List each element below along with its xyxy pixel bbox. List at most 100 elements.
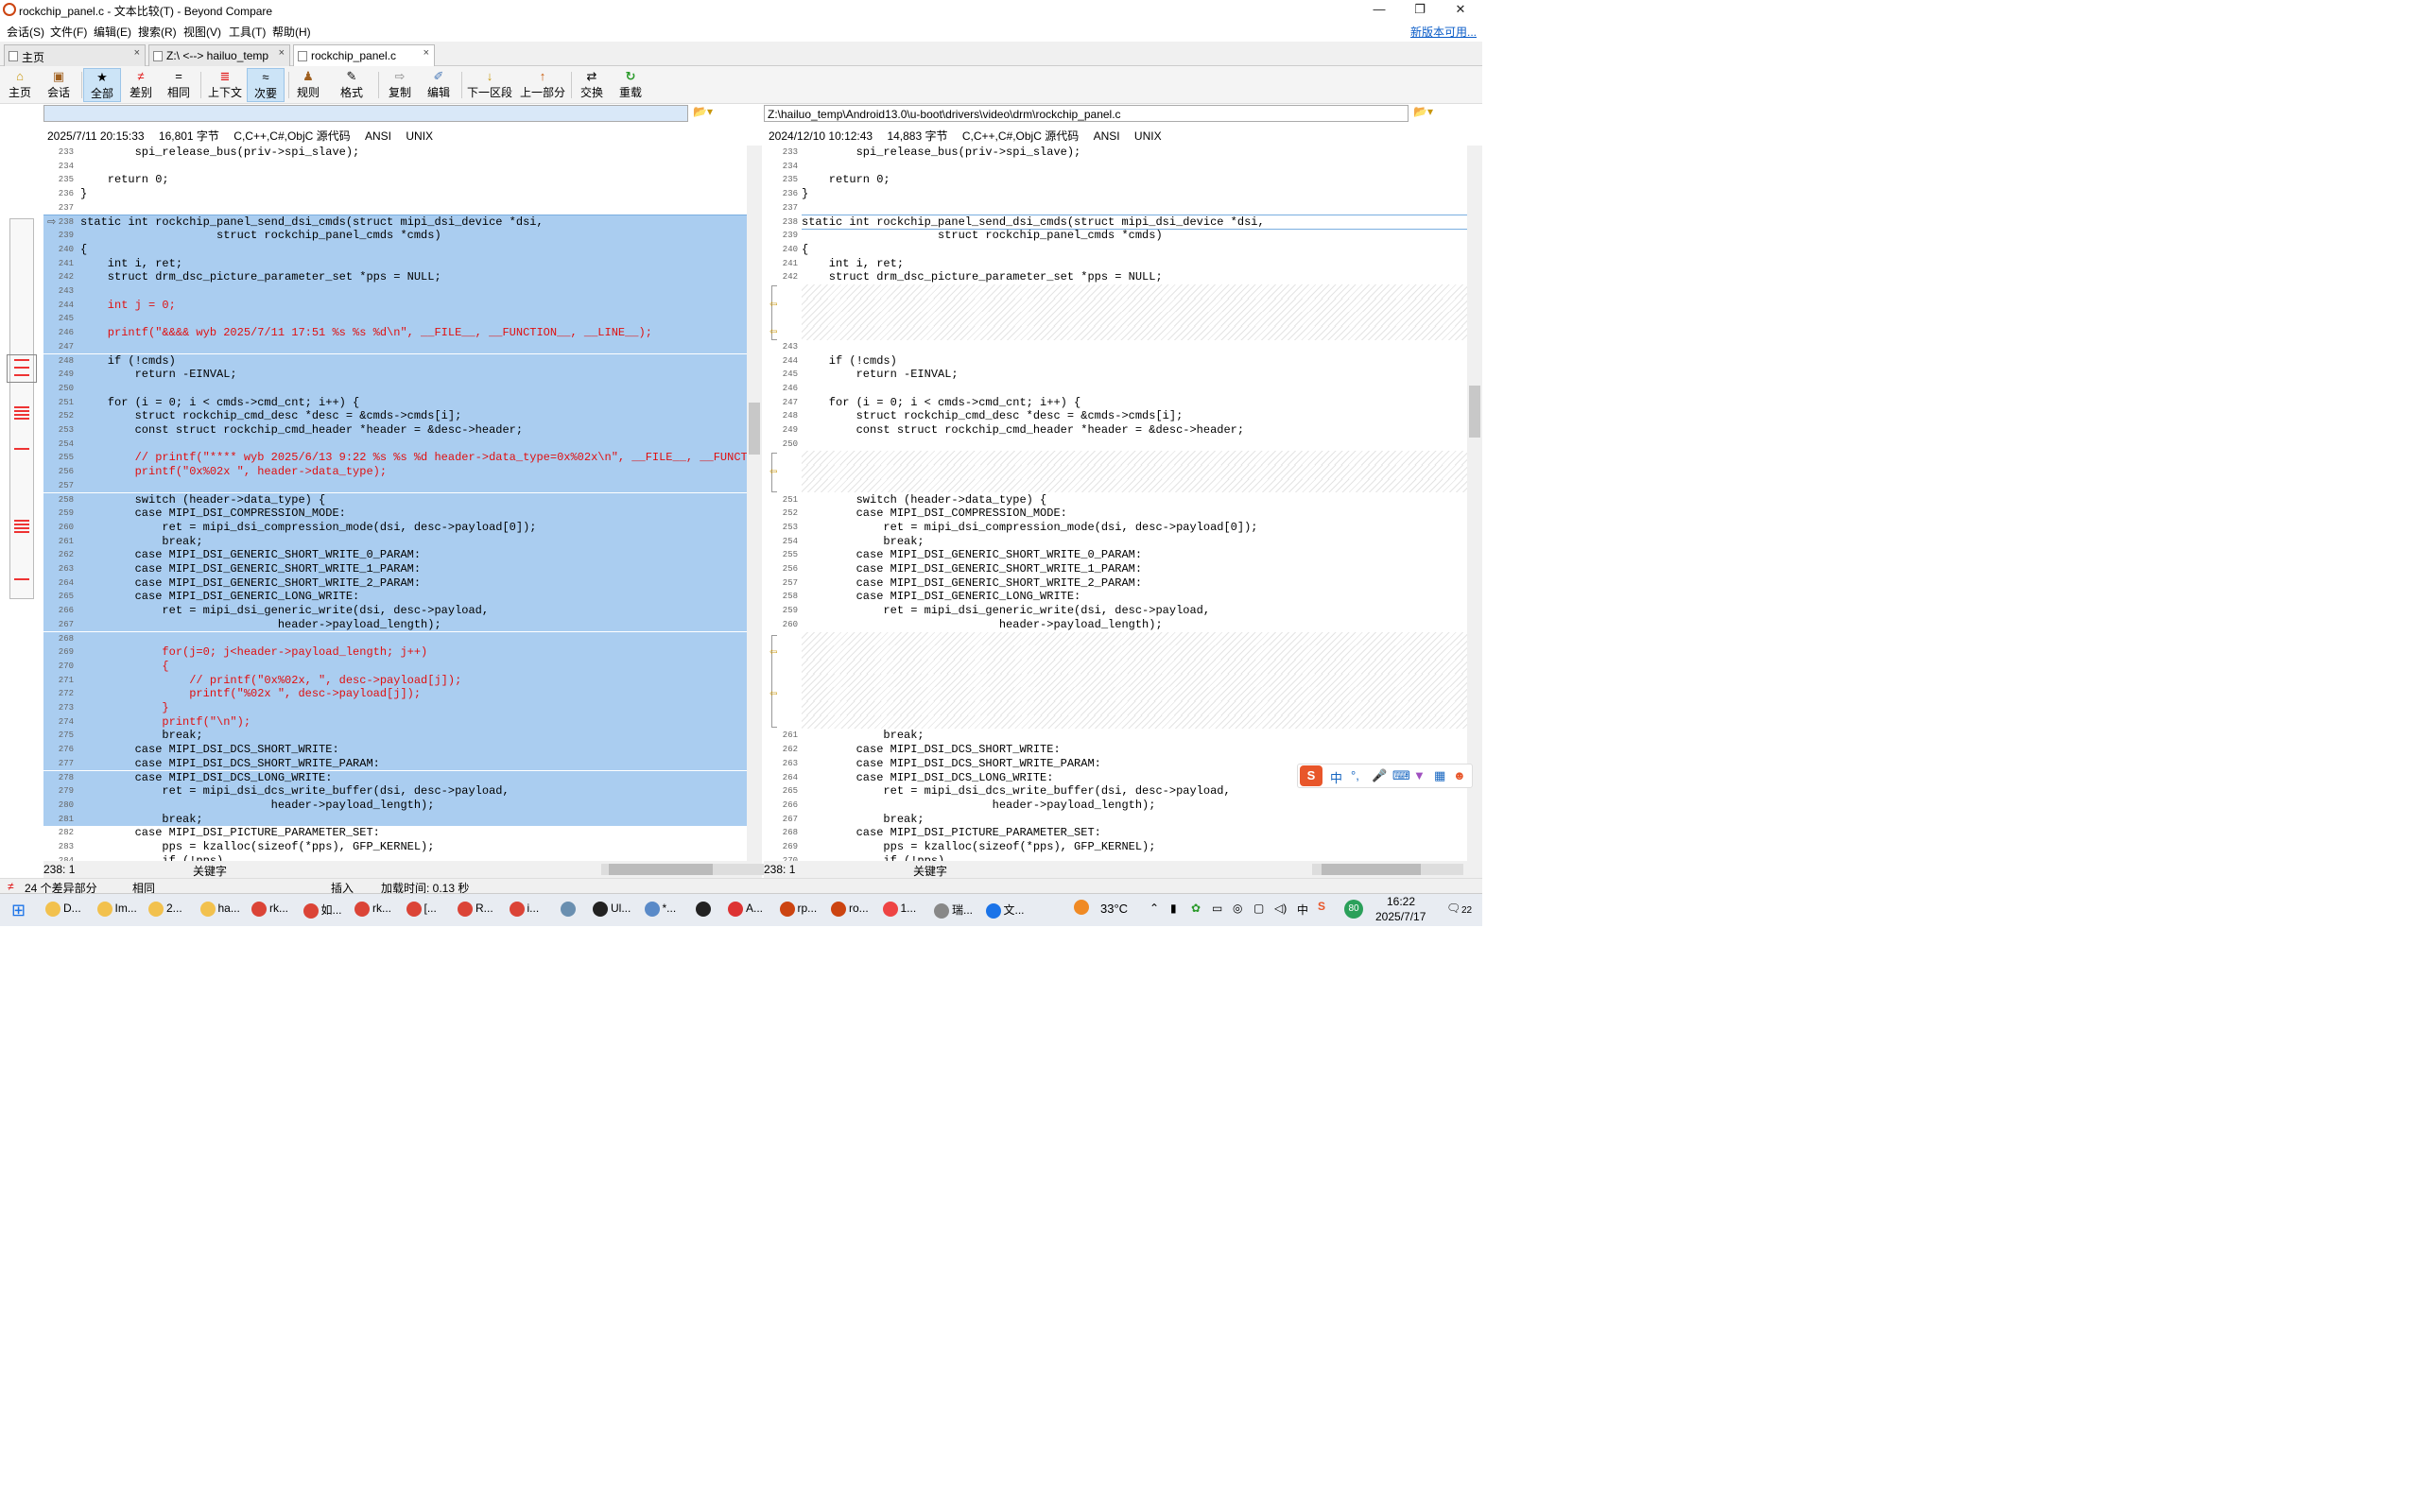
code-line[interactable]: break; [802,535,1467,549]
code-line[interactable] [802,201,1467,215]
code-line[interactable]: 239 struct rockchip_panel_cmds *cmds) [43,229,747,243]
copy-left-arrow-icon[interactable]: ⇦ [769,648,781,658]
ime-toolbar[interactable]: S 中 °, 🎤 ⌨ ▼ ▦ ☻ [1297,764,1473,788]
code-line[interactable]: 266 ret = mipi_dsi_generic_write(dsi, de… [43,604,747,618]
code-line[interactable]: 251 for (i = 0; i < cmds->cmd_cnt; i++) … [43,395,747,410]
code-line[interactable]: 256 printf("0x%02x ", header->data_type)… [43,465,747,479]
menu-search[interactable]: 搜索(R) [138,24,177,40]
code-line[interactable]: 253 const struct rockchip_cmd_header *he… [43,423,747,438]
taskbar-app-button[interactable]: 如... [302,902,342,920]
taskbar-app-button[interactable]: R... [458,902,493,920]
left-path-input[interactable] [43,105,688,122]
code-line[interactable]: 258 switch (header->data_type) { [43,492,747,507]
code-line[interactable]: 283 pps = kzalloc(sizeof(*pps), GFP_KERN… [43,840,747,854]
code-line[interactable]: 233 spi_release_bus(priv->spi_slave); [43,146,747,160]
code-line[interactable]: 255 // printf("**** wyb 2025/6/13 9:22 %… [43,451,747,466]
code-line[interactable]: 259 case MIPI_DSI_COMPRESSION_MODE: [43,507,747,521]
battery-level[interactable]: 80 [1344,900,1363,919]
ime-language-toggle[interactable]: 中 [1330,768,1342,786]
code-line[interactable]: 238 static int rockchip_panel_send_dsi_cm… [43,214,747,231]
code-line[interactable] [802,438,1467,452]
code-line[interactable]: 264 case MIPI_DSI_GENERIC_SHORT_WRITE_2_… [43,576,747,591]
taskbar-app-button[interactable]: ro... [831,902,869,920]
code-line[interactable]: 235 return 0; [43,173,747,187]
keyboard-icon[interactable]: ⌨ [1392,768,1410,783]
left-file-encoding[interactable]: ANSI [365,129,391,143]
code-line[interactable]: 270 { [43,659,747,674]
code-line[interactable]: 245 [43,312,747,327]
code-line[interactable]: 241 int i, ret; [43,256,747,271]
ime-punctuation-toggle[interactable]: °, [1351,768,1359,782]
wechat-tray-icon[interactable]: ✿ [1191,902,1201,915]
code-line[interactable] [802,340,1467,354]
menu-file[interactable]: 文件(F) [50,24,87,40]
code-line[interactable]: 273 } [43,701,747,715]
code-line[interactable]: 254 [43,437,747,452]
copy-left-arrow-icon[interactable]: ⇦ [769,301,781,310]
code-line[interactable]: switch (header->data_type) { [802,493,1467,507]
code-line[interactable]: 281 break; [43,812,747,827]
left-horizontal-scrollbar[interactable] [601,864,781,875]
code-line[interactable]: case MIPI_DSI_GENERIC_SHORT_WRITE_0_PARA… [802,548,1467,562]
left-browse-folder-icon[interactable]: 📂▾ [693,105,713,118]
all-filter-button[interactable]: ★ 全部 [83,68,121,102]
tab-folder-compare[interactable]: Z:\ <--> hailuo_temp × [148,44,290,66]
taskbar-app-button[interactable]: i... [509,902,539,920]
right-file-encoding[interactable]: ANSI [1094,129,1120,143]
code-line[interactable]: { [802,243,1467,257]
code-line[interactable]: 279 ret = mipi_dsi_dcs_write_buffer(dsi,… [43,784,747,799]
tray-app-icon[interactable]: ▮ [1170,902,1177,915]
toolbox-icon[interactable]: ▦ [1434,768,1445,783]
code-line[interactable]: 271 // printf("0x%02x, ", desc->payload[… [43,673,747,688]
code-line[interactable]: ret = mipi_dsi_compression_mode(dsi, des… [802,521,1467,535]
code-line[interactable]: 268 [43,631,747,646]
left-code-pane[interactable]: 233 spi_release_bus(priv->spi_slave); 234… [43,146,747,862]
code-line[interactable]: 267 header->payload_length); [43,617,747,632]
taskbar-app-button[interactable]: [... [406,902,437,920]
code-line[interactable]: 247 [43,339,747,354]
code-line[interactable]: 246 printf("&&&& wyb 2025/7/11 17:51 %s … [43,326,747,340]
code-line[interactable]: 275 break; [43,729,747,744]
speaker-icon[interactable]: ◁) [1274,902,1287,915]
same-filter-button[interactable]: = 相同 [163,68,195,102]
code-line[interactable]: 269 for(j=0; j<header->payload_length; j… [43,645,747,660]
copy-left-arrow-icon[interactable]: ⇦ [769,328,781,337]
clock-date[interactable]: 2025/7/17 [1375,910,1426,923]
tab-close-icon[interactable]: × [279,47,285,59]
taskbar-app-button[interactable]: *... [644,902,676,920]
code-line[interactable]: pps = kzalloc(sizeof(*pps), GFP_KERNEL); [802,840,1467,854]
tab-close-icon[interactable]: × [424,47,429,59]
taskbar-app-button[interactable]: rk... [251,902,288,920]
swap-button[interactable]: ⇄ 交换 [577,68,607,102]
taskbar-app-button[interactable]: 1... [882,902,916,920]
code-line[interactable]: break; [802,813,1467,827]
code-line[interactable]: return -EINVAL; [802,368,1467,382]
diff-overview-map[interactable] [7,218,37,599]
network-icon[interactable]: ◎ [1233,902,1242,915]
reload-button[interactable]: ↻ 重载 [614,68,647,102]
menu-help[interactable]: 帮助(H) [272,24,311,40]
code-line[interactable]: 282 case MIPI_DSI_PICTURE_PARAMETER_SET: [43,826,747,840]
code-line[interactable]: 244 int j = 0; [43,298,747,313]
taskbar-app-button[interactable]: Im... [96,902,137,920]
taskbar-app-button[interactable]: rp... [779,902,817,920]
taskbar-app-button[interactable]: A... [728,902,763,920]
taskbar-app-button[interactable]: rk... [354,902,391,920]
taskbar-app-button[interactable]: 瑞... [934,902,973,920]
code-line[interactable]: 243 [43,284,747,299]
copy-left-arrow-icon[interactable]: ⇦ [769,468,781,477]
code-line[interactable]: struct rockchip_cmd_desc *desc = &cmds->… [802,409,1467,423]
code-line[interactable]: 257 [43,478,747,493]
close-button[interactable]: ✕ [1440,0,1481,21]
code-line[interactable]: 261 break; [43,534,747,549]
display-icon[interactable]: ▢ [1253,902,1264,915]
copy-button[interactable]: ⇨ 复制 [384,68,416,102]
code-line[interactable]: 274 printf("\n"); [43,714,747,730]
right-file-format[interactable]: C,C++,C#,ObjC 源代码 [962,129,1079,143]
ime-tray-icon[interactable]: 中 [1297,902,1308,918]
taskbar-app-button[interactable]: D... [45,902,81,920]
code-line[interactable]: 252 struct rockchip_cmd_desc *desc = &cm… [43,409,747,423]
taskbar-app-button[interactable]: 文... [985,902,1025,920]
code-line[interactable]: header->payload_length); [802,618,1467,632]
code-line[interactable]: case MIPI_DSI_COMPRESSION_MODE: [802,507,1467,521]
